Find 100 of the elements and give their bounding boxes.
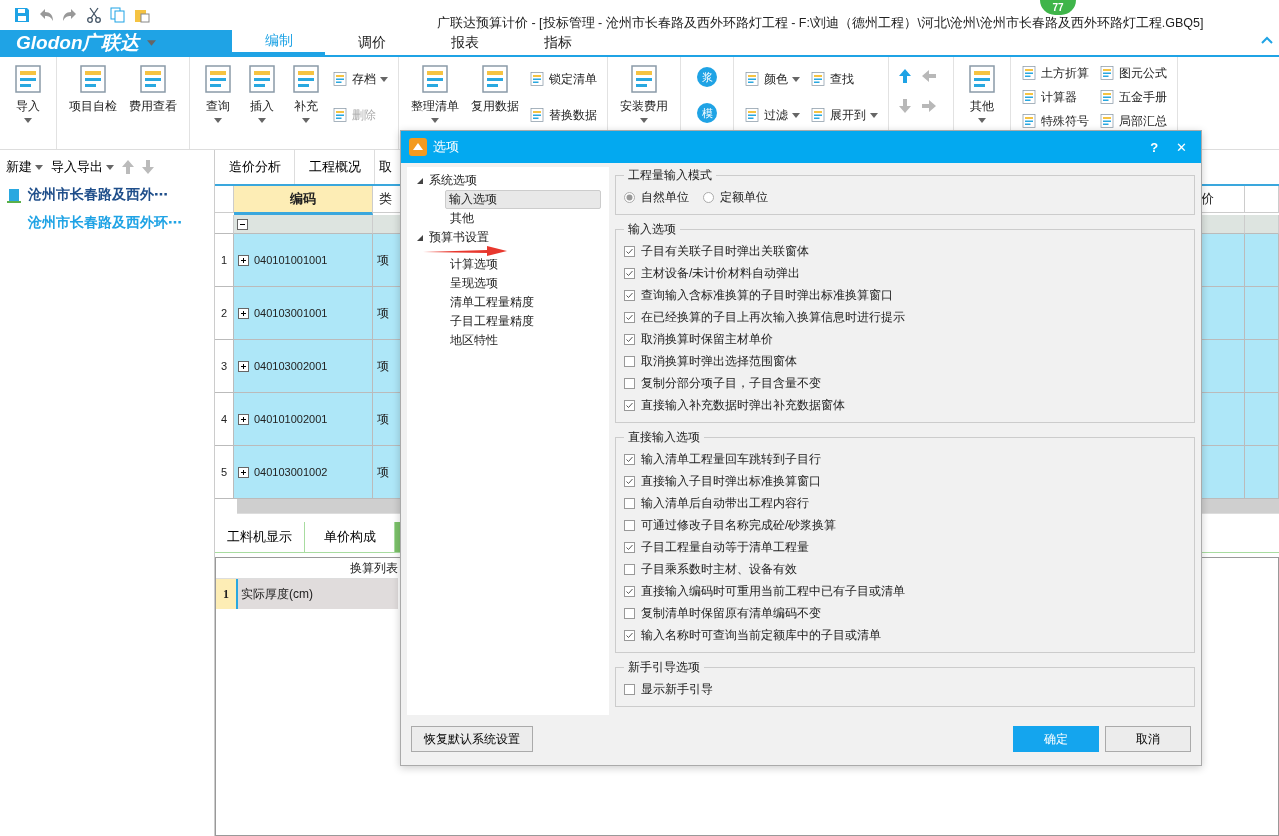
sidebar-action[interactable]: 导入导出 [51, 158, 114, 176]
sheet-icon [966, 63, 998, 95]
paste-icon[interactable] [134, 7, 150, 23]
tree-item[interactable]: 输入选项 [445, 190, 601, 209]
toolbar-button[interactable]: 替换数据 [527, 97, 599, 133]
expand-toggle-icon[interactable] [238, 360, 249, 372]
radio-icon[interactable] [624, 191, 635, 203]
checkbox-option[interactable]: 查询输入含标准换算的子目时弹出标准换算窗口 [624, 284, 1184, 306]
checkbox-option[interactable]: 子目有关联子目时弹出关联窗体 [624, 240, 1184, 262]
expand-toggle-icon[interactable] [238, 413, 249, 425]
undo-icon[interactable] [38, 7, 54, 23]
toolbar-button[interactable]: 导入 [8, 61, 48, 139]
checkbox[interactable] [624, 311, 635, 323]
tree-item[interactable]: 计算选项 [407, 255, 605, 274]
checkbox-option[interactable]: 输入清单后自动带出工程内容行 [624, 492, 1184, 514]
toolbar-button[interactable]: 项目自检 [65, 61, 121, 139]
expanded-icon[interactable] [417, 234, 423, 241]
checkbox[interactable] [624, 399, 635, 411]
expanded-icon[interactable] [417, 177, 423, 184]
tree-item[interactable]: 其他 [407, 209, 605, 228]
cut-icon[interactable] [86, 7, 102, 23]
checkbox-option[interactable]: 取消换算时弹出选择范围窗体 [624, 350, 1184, 372]
checkbox-option[interactable]: 可通过修改子目名称完成砼/砂浆换算 [624, 514, 1184, 536]
checkbox[interactable] [624, 683, 635, 695]
checkbox[interactable] [624, 563, 635, 575]
checkbox[interactable] [624, 629, 635, 641]
toolbar-button[interactable]: 展开到 [808, 97, 880, 133]
tree-item[interactable]: 地区特性 [407, 331, 605, 350]
tree-item[interactable]: 子目工程量精度 [407, 312, 605, 331]
checkbox[interactable] [624, 289, 635, 301]
tree-item[interactable]: 系统选项 [429, 172, 477, 189]
toolbar-button[interactable]: 存档 [330, 61, 390, 97]
up-arrow-icon[interactable] [122, 160, 134, 174]
redo-icon[interactable] [62, 7, 78, 23]
copy-icon[interactable] [110, 7, 126, 23]
row-number: 3 [215, 340, 234, 393]
toolbar-button[interactable]: 过滤 [742, 97, 802, 133]
toolbar-button[interactable]: 查询 [198, 61, 238, 139]
checkbox-option[interactable]: 输入清单工程量回车跳转到子目行 [624, 448, 1184, 470]
toolbar-button[interactable]: 五金手册 [1097, 85, 1169, 109]
checkbox-option[interactable]: 子目工程量自动等于清单工程量 [624, 536, 1184, 558]
sidebar-action[interactable]: 新建 [6, 158, 43, 176]
toolbar-button[interactable]: 计算器 [1019, 85, 1091, 109]
down-arrow-icon[interactable] [142, 160, 154, 174]
toolbar-button[interactable]: 土方折算 [1019, 61, 1091, 85]
checkbox[interactable] [624, 475, 635, 487]
checkbox[interactable] [624, 585, 635, 597]
dialog-button[interactable]: 取消 [1105, 726, 1191, 752]
toolbar-button[interactable]: 锁定清单 [527, 61, 599, 97]
tree-item[interactable]: 预算书设置 [429, 229, 489, 246]
collapse-toggle-icon[interactable] [237, 218, 248, 230]
checkbox[interactable] [624, 333, 635, 345]
checkbox[interactable] [624, 355, 635, 367]
dialog-button[interactable]: 恢复默认系统设置 [411, 726, 533, 752]
toolbar-button[interactable]: 图元公式 [1097, 61, 1169, 85]
toolbar-button[interactable]: 查找 [808, 61, 880, 97]
radio-icon[interactable] [703, 191, 714, 203]
checkbox[interactable] [624, 541, 635, 553]
checkbox-option[interactable]: 复制清单时保留原有清单编码不变 [624, 602, 1184, 624]
toolbar-button[interactable]: 插入 [242, 61, 282, 139]
menu-tab[interactable]: 报表 [418, 30, 511, 55]
checkbox[interactable] [624, 453, 635, 465]
menu-tab[interactable]: 调价 [325, 30, 418, 55]
checkbox-option[interactable]: 在已经换算的子目上再次输入换算信息时进行提示 [624, 306, 1184, 328]
radio-option[interactable]: 定额单位 [703, 186, 768, 208]
checkbox[interactable] [624, 607, 635, 619]
checkbox[interactable] [624, 377, 635, 389]
checkbox-option[interactable]: 输入名称时可查询当前定额库中的子目或清单 [624, 624, 1184, 646]
radio-option[interactable]: 自然单位 [624, 186, 689, 208]
tree-item[interactable]: 清单工程量精度 [407, 293, 605, 312]
toolbar-button[interactable]: 特殊符号 [1019, 109, 1091, 133]
menu-tab[interactable]: 指标 [511, 30, 604, 55]
toolbar-button[interactable]: 颜色 [742, 61, 802, 97]
checkbox-option[interactable]: 直接输入编码时可重用当前工程中已有子目或清单 [624, 580, 1184, 602]
checkbox-option[interactable]: 直接输入子目时弹出标准换算窗口 [624, 470, 1184, 492]
collapse-icon[interactable] [1261, 36, 1273, 44]
checkbox-option[interactable]: 取消换算时保留主材单价 [624, 328, 1184, 350]
checkbox-option[interactable]: 复制分部分项子目，子目含量不变 [624, 372, 1184, 394]
checkbox[interactable] [624, 267, 635, 279]
toolbar-button[interactable]: 局部汇总 [1097, 109, 1169, 133]
checkbox-option[interactable]: 子目乘系数时主材、设备有效 [624, 558, 1184, 580]
checkbox[interactable] [624, 497, 635, 509]
save-icon[interactable] [14, 7, 30, 23]
table-cell [1245, 446, 1279, 499]
toolbar-button[interactable]: 费用查看 [125, 61, 181, 139]
project-name[interactable]: 沧州市长春路及西外⋯ [28, 186, 168, 204]
table-cell: 040101001001 [254, 254, 328, 266]
checkbox-option[interactable]: 主材设备/未计价材料自动弹出 [624, 262, 1184, 284]
dialog-title: 选项 [433, 138, 459, 156]
expand-toggle-icon[interactable] [238, 466, 249, 478]
checkbox-option[interactable]: 直接输入补充数据时弹出补充数据窗体 [624, 394, 1184, 416]
checkbox[interactable] [624, 245, 635, 257]
toolbar-button[interactable]: 补充 [286, 61, 326, 139]
arrow-icon[interactable] [897, 68, 913, 84]
checkbox[interactable] [624, 519, 635, 531]
expand-toggle-icon[interactable] [238, 307, 249, 319]
sheet-icon [137, 63, 169, 95]
expand-toggle-icon[interactable] [238, 254, 249, 266]
tree-item[interactable]: 呈现选项 [407, 274, 605, 293]
checkbox-option[interactable]: 显示新手引导 [624, 678, 1184, 700]
